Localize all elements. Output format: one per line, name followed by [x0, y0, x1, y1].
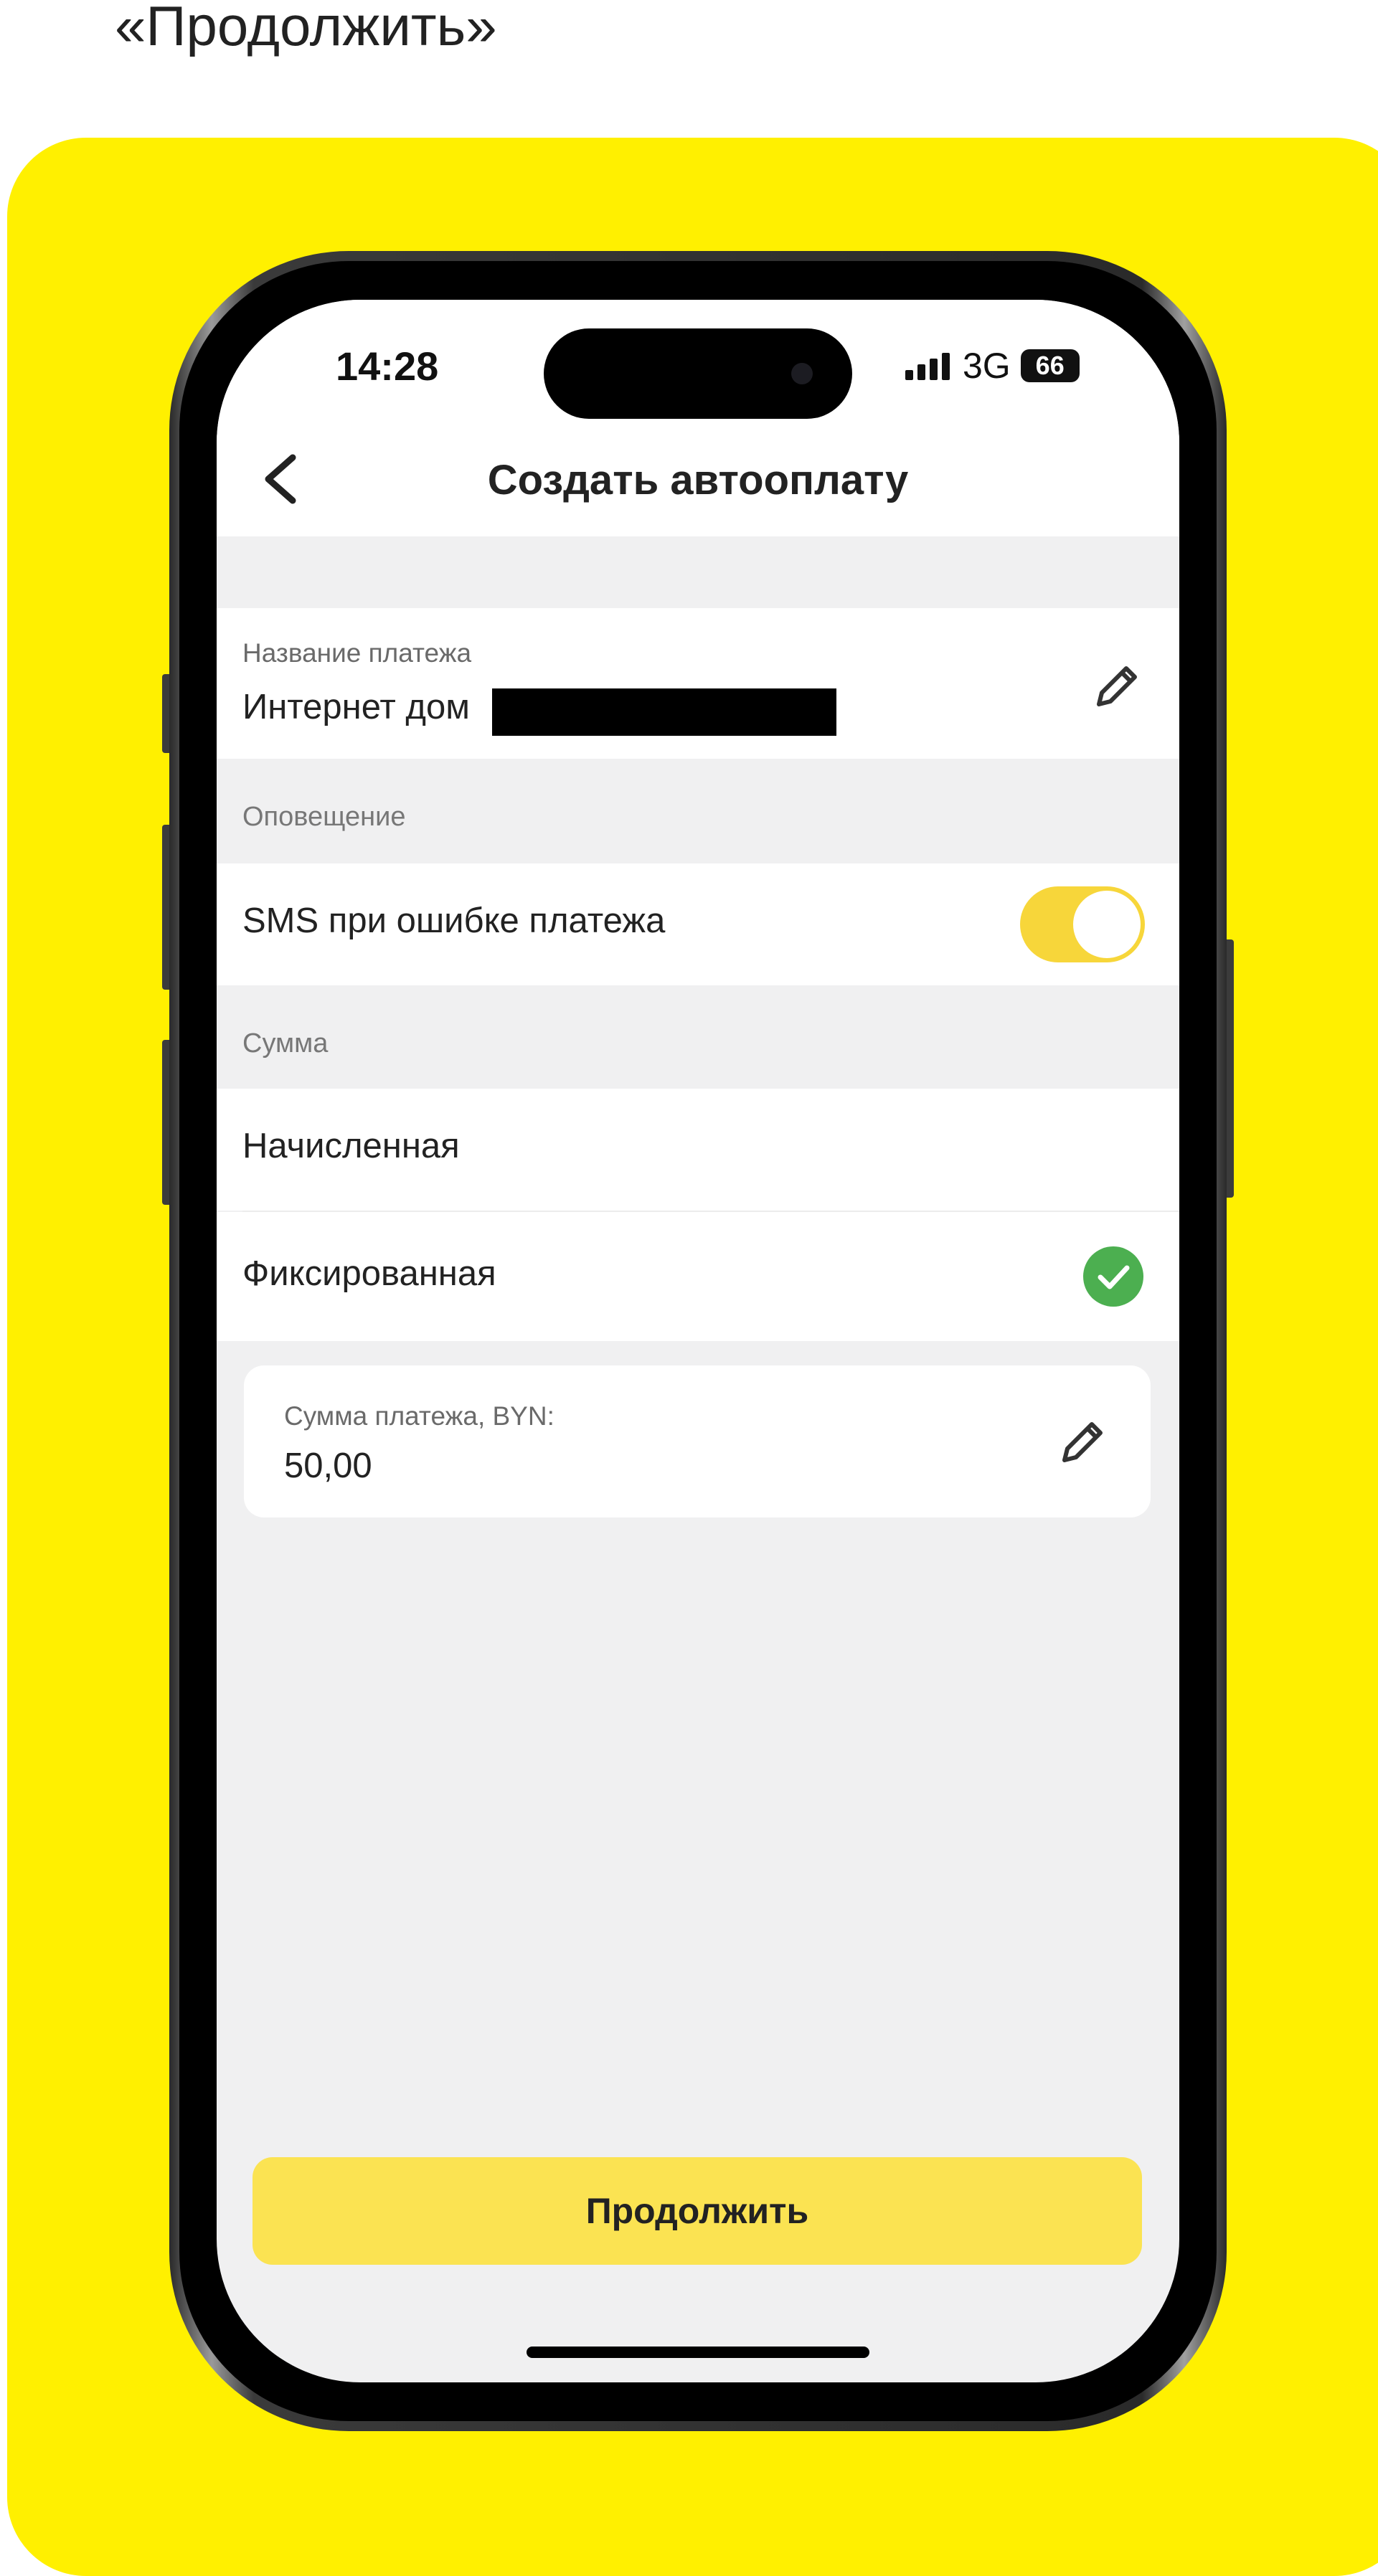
payment-name-value: Интернет дом — [242, 688, 470, 726]
amount-option-accrued[interactable]: Начисленная — [217, 1089, 1179, 1211]
redacted-block — [492, 688, 836, 736]
payment-amount-value: 50,00 — [284, 1446, 372, 1485]
amount-option-label: Фиксированная — [242, 1254, 496, 1293]
sms-label: SMS при ошибке платежа — [242, 901, 666, 940]
pencil-icon[interactable] — [1089, 657, 1146, 714]
payment-name-label: Название платежа — [242, 638, 472, 668]
toggle-knob — [1073, 891, 1141, 958]
check-icon — [1083, 1246, 1143, 1307]
status-indicators: 3G 66 — [905, 344, 1080, 387]
amount-option-label: Начисленная — [242, 1127, 460, 1165]
camera-icon — [791, 363, 813, 384]
page-title: Создать автооплату — [487, 457, 909, 503]
payment-amount-label: Сумма платежа, BYN: — [284, 1401, 554, 1431]
notification-section-label: Оповещение — [242, 802, 406, 832]
home-indicator — [527, 2347, 869, 2358]
continue-button[interactable]: Продолжить — [253, 2157, 1142, 2265]
network-type: 3G — [963, 346, 1011, 386]
payment-name-row[interactable]: Название платежа Интернет дом — [217, 608, 1179, 759]
signal-icon — [905, 351, 950, 380]
sms-toggle[interactable] — [1020, 886, 1145, 962]
dynamic-island — [544, 328, 852, 419]
payment-amount-card[interactable]: Сумма платежа, BYN: 50,00 — [244, 1365, 1151, 1517]
pencil-icon[interactable] — [1054, 1413, 1112, 1470]
page-caption: «Продолжить» — [115, 0, 497, 57]
app-screen: 14:28 3G 66 Создать автооплату Название … — [217, 300, 1179, 2382]
header: 14:28 3G 66 Создать автооплату — [217, 300, 1179, 536]
status-time: 14:28 — [336, 344, 439, 389]
battery-icon: 66 — [1020, 349, 1080, 382]
amount-option-fixed[interactable]: Фиксированная — [217, 1212, 1179, 1341]
amount-section-label: Сумма — [242, 1028, 329, 1059]
